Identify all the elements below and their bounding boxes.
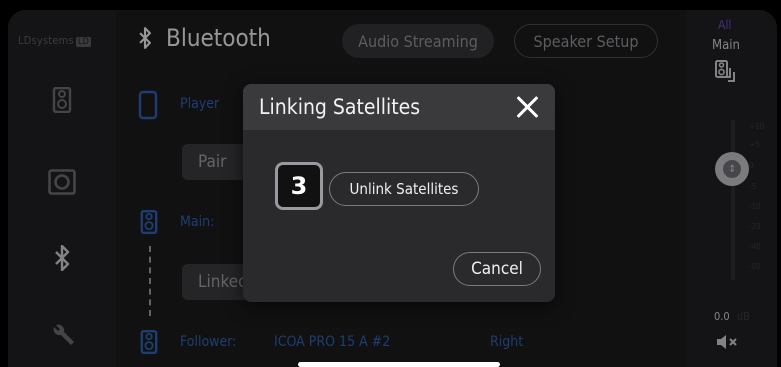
app-screen: LDsystems LD Bluetooth Audio Streaming Sp…: [8, 10, 777, 367]
dialog-header: Linking Satellites: [243, 84, 555, 130]
dialog-title: Linking Satellites: [259, 95, 421, 119]
home-indicator[interactable]: [298, 362, 500, 367]
unlink-satellites-button[interactable]: Unlink Satellites: [329, 172, 479, 206]
linking-satellites-dialog: Linking Satellites 3 Unlink Satellites C…: [243, 84, 555, 302]
step-badge: 3: [275, 162, 323, 210]
cancel-button[interactable]: Cancel: [453, 252, 541, 286]
close-icon[interactable]: [515, 95, 539, 119]
